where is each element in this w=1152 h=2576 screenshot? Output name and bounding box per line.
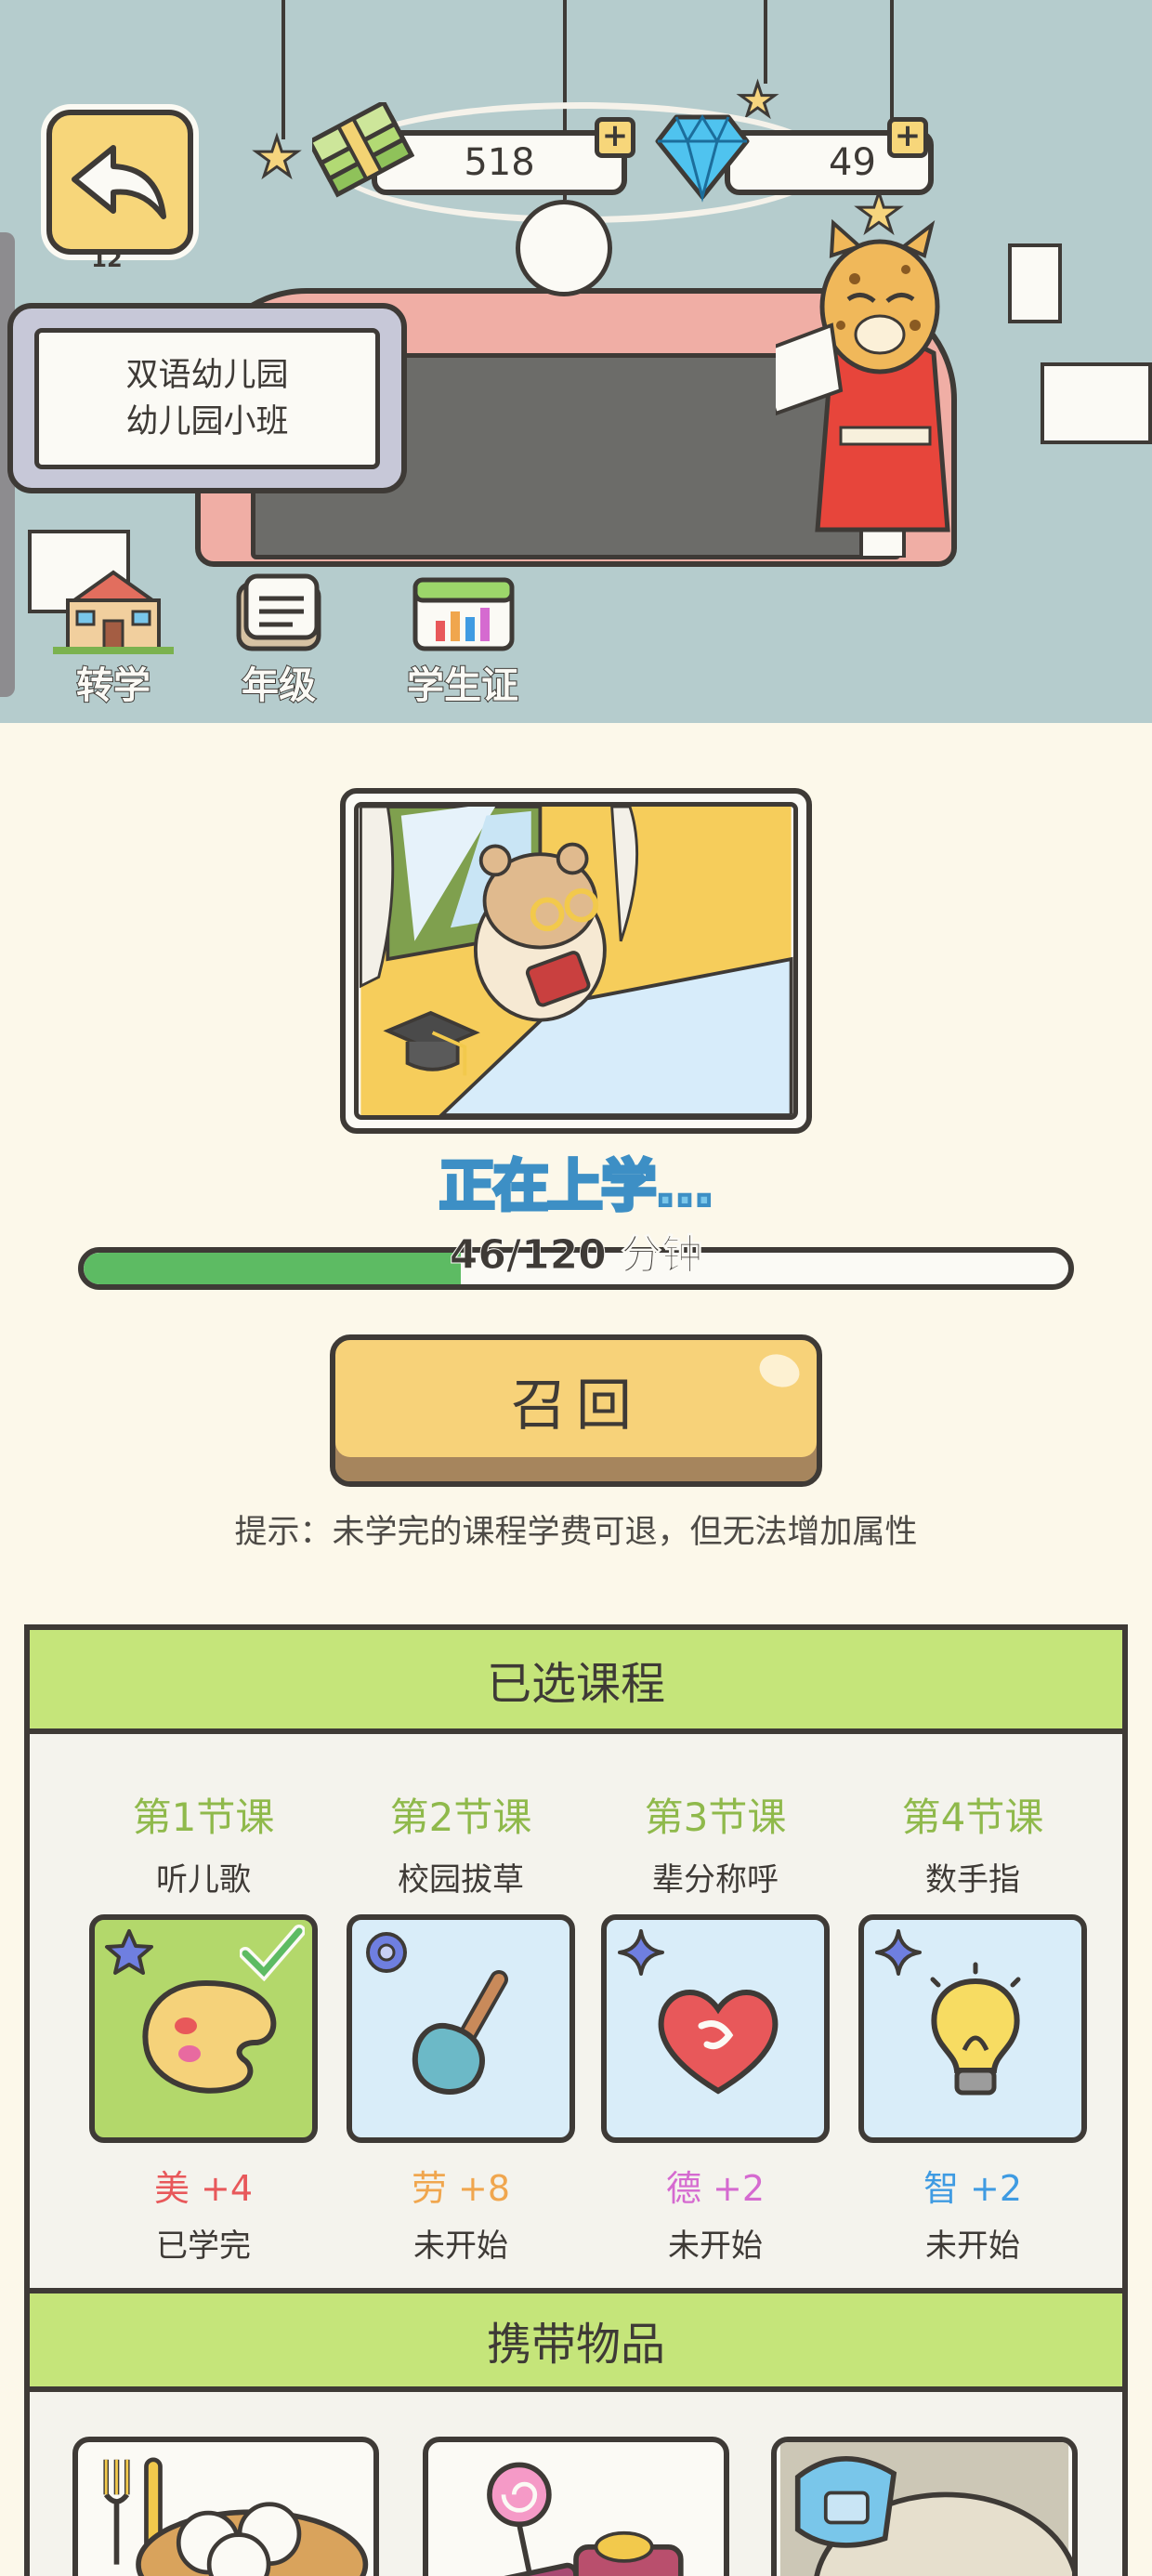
refund-hint: 提示：未学完的课程学费可退，但无法增加属性	[234, 1514, 918, 1551]
course-state: 未开始	[413, 2228, 508, 2265]
clock-label: 12	[91, 246, 123, 272]
course-name: 数手指	[925, 1861, 1020, 1899]
attribute-gain: 劳 +8	[411, 2168, 511, 2209]
status-title: 正在上学...	[438, 1152, 716, 1221]
books-icon	[236, 573, 321, 651]
add-money-button[interactable]: +	[595, 117, 635, 158]
course-icon-tile[interactable]	[89, 1914, 318, 2143]
attribute-gain: 德 +2	[665, 2168, 766, 2209]
course-index: 第1节课	[132, 1794, 275, 1840]
course-icon-tile[interactable]	[601, 1914, 830, 2143]
attribute-gain: 智 +2	[923, 2168, 1023, 2209]
hanging-star-icon: ★	[252, 125, 303, 189]
studying-picture	[340, 788, 812, 1134]
course-index: 第3节课	[644, 1794, 787, 1840]
game-screen: ★ ★ ★ 12 518 + 49 + 双语幼儿园 幼儿园小班 转学 年级 学生…	[0, 0, 1152, 2576]
snacks-icon	[478, 2462, 684, 2576]
school-building-icon	[53, 570, 174, 654]
school-sign: 双语幼儿园 幼儿园小班	[7, 303, 407, 493]
hamster-studying-illustration	[354, 802, 798, 1120]
palette-icon	[142, 1979, 277, 2094]
wall-note	[1008, 243, 1062, 323]
course-index: 第4节课	[901, 1794, 1044, 1840]
study-progress-label: 46/120 分钟	[449, 1231, 703, 1280]
course-index: 第2节课	[389, 1794, 532, 1840]
hanging-string	[281, 0, 285, 139]
shovel-icon	[412, 1970, 508, 2095]
teacher-leopard	[776, 218, 950, 558]
course-state: 未开始	[925, 2228, 1020, 2265]
ceiling-lamp	[516, 200, 612, 296]
carried-item-slot[interactable]	[423, 2437, 729, 2576]
gem-value: 49	[829, 141, 876, 184]
student-id-label: 学生证	[406, 664, 519, 708]
add-gems-button[interactable]: +	[887, 117, 928, 158]
class-name: 幼儿园小班	[125, 402, 289, 440]
attribute-gain: 美 +4	[153, 2168, 254, 2209]
back-button[interactable]	[46, 110, 193, 255]
student-id-button[interactable]: 学生证	[388, 567, 537, 716]
course-state: 未开始	[668, 2228, 763, 2265]
lightbulb-icon	[930, 1962, 1021, 2096]
course-icon-tile[interactable]	[858, 1914, 1087, 2143]
wall-picture	[1041, 362, 1152, 444]
recall-button[interactable]: 召回	[330, 1334, 822, 1487]
course-icon-tile[interactable]	[347, 1914, 575, 2143]
course-name: 辈分称呼	[652, 1861, 779, 1899]
course-card[interactable]: 第4节课 数手指 智 +2 未开始	[857, 1786, 1089, 2266]
carried-items-header: 携带物品	[30, 2288, 1122, 2392]
course-state: 已学完	[156, 2228, 251, 2265]
hanging-string	[764, 0, 767, 84]
handshake-heart-icon	[658, 1990, 779, 2095]
transfer-label: 转学	[75, 664, 151, 708]
grade-label: 年级	[241, 664, 317, 708]
school-bag-icon	[779, 2442, 1072, 2576]
steamed-buns-icon	[103, 2457, 369, 2576]
school-name: 双语幼儿园	[125, 356, 289, 394]
diamond-icon	[655, 114, 750, 203]
carried-item-slot[interactable]	[771, 2437, 1078, 2576]
course-card[interactable]: 第1节课 听儿歌 美 +4 已学完	[87, 1786, 320, 2266]
money-stack-icon	[312, 102, 414, 198]
recall-label: 召回	[511, 1373, 641, 1439]
transfer-button[interactable]: 转学	[39, 567, 188, 716]
course-card[interactable]: 第3节课 辈分称呼 德 +2 未开始	[599, 1786, 831, 2266]
grade-button[interactable]: 年级	[204, 567, 353, 716]
money-value: 518	[464, 141, 535, 184]
carried-item-slot[interactable]	[72, 2437, 379, 2576]
selected-courses-header: 已选课程	[30, 1630, 1122, 1734]
course-name: 校园拔草	[398, 1861, 524, 1899]
back-arrow-icon	[72, 145, 166, 219]
courses-panel: 已选课程 第1节课 听儿歌 美 +4 已学完 第2节课 校园拔草 劳 +8 未开…	[24, 1624, 1128, 2576]
course-name: 听儿歌	[156, 1861, 251, 1899]
student-card-icon	[412, 577, 515, 651]
course-card[interactable]: 第2节课 校园拔草 劳 +8 未开始	[345, 1786, 577, 2266]
